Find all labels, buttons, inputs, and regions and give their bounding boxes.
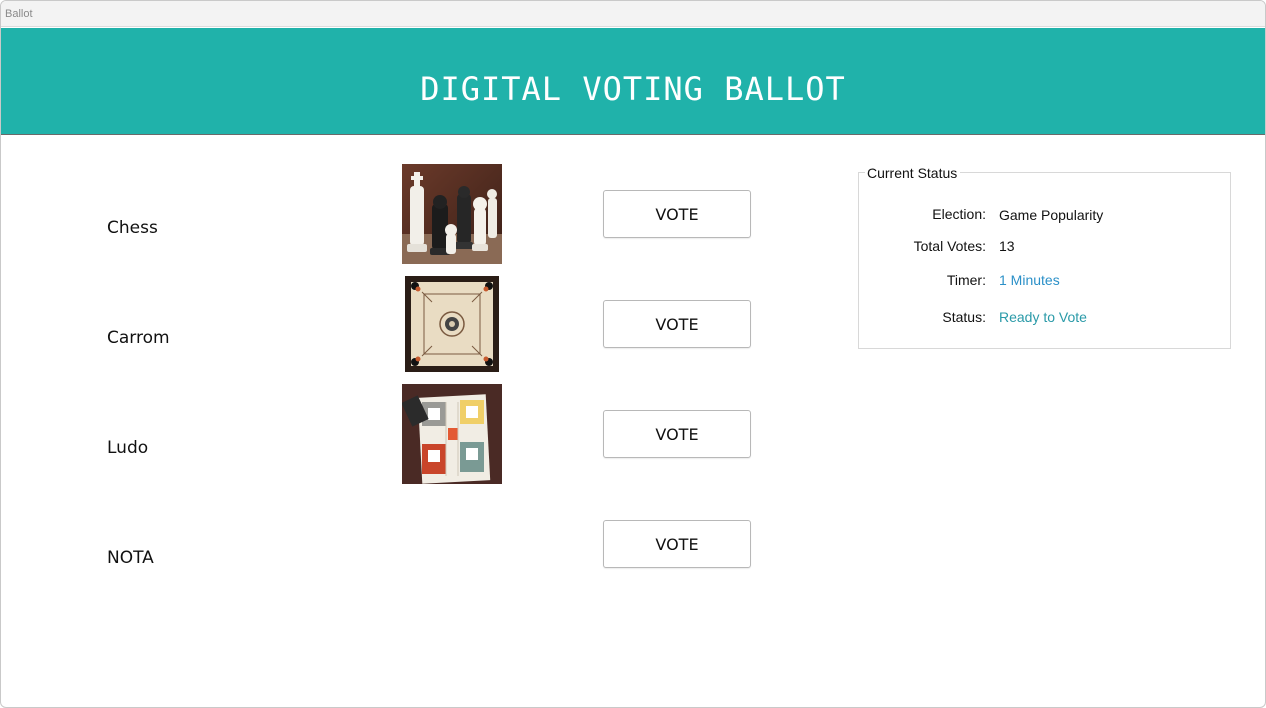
window-title: Ballot [5,8,33,20]
vote-button-nota[interactable]: VOTE [603,520,751,568]
timer-label: Timer: [946,272,986,288]
vote-button-chess[interactable]: VOTE [603,190,751,238]
candidate-name-nota: NOTA [107,548,154,568]
status-value: Ready to Vote [999,309,1087,325]
candidate-name-chess: Chess [107,218,158,238]
chess-pieces-image [402,164,502,264]
carrom-board-image [402,274,502,374]
election-value: Game Popularity [999,207,1104,223]
page-title: DIGITAL VOTING BALLOT [420,70,846,108]
title-bar[interactable]: Ballot [1,1,1265,27]
total-votes-value: 13 [999,238,1015,254]
status-panel-legend: Current Status [865,165,961,181]
candidate-name-carrom: Carrom [107,328,170,348]
total-votes-label: Total Votes: [913,238,986,254]
ludo-board-image [402,384,502,484]
timer-value: 1 Minutes [999,272,1060,288]
ballot-window: Ballot DIGITAL VOTING BALLOT Chess Carro… [0,0,1266,708]
election-label: Election: [932,206,986,222]
candidate-name-ludo: Ludo [107,438,149,458]
status-label: Status: [942,309,986,325]
vote-button-carrom[interactable]: VOTE [603,300,751,348]
header-banner: DIGITAL VOTING BALLOT [1,28,1265,135]
vote-button-ludo[interactable]: VOTE [603,410,751,458]
